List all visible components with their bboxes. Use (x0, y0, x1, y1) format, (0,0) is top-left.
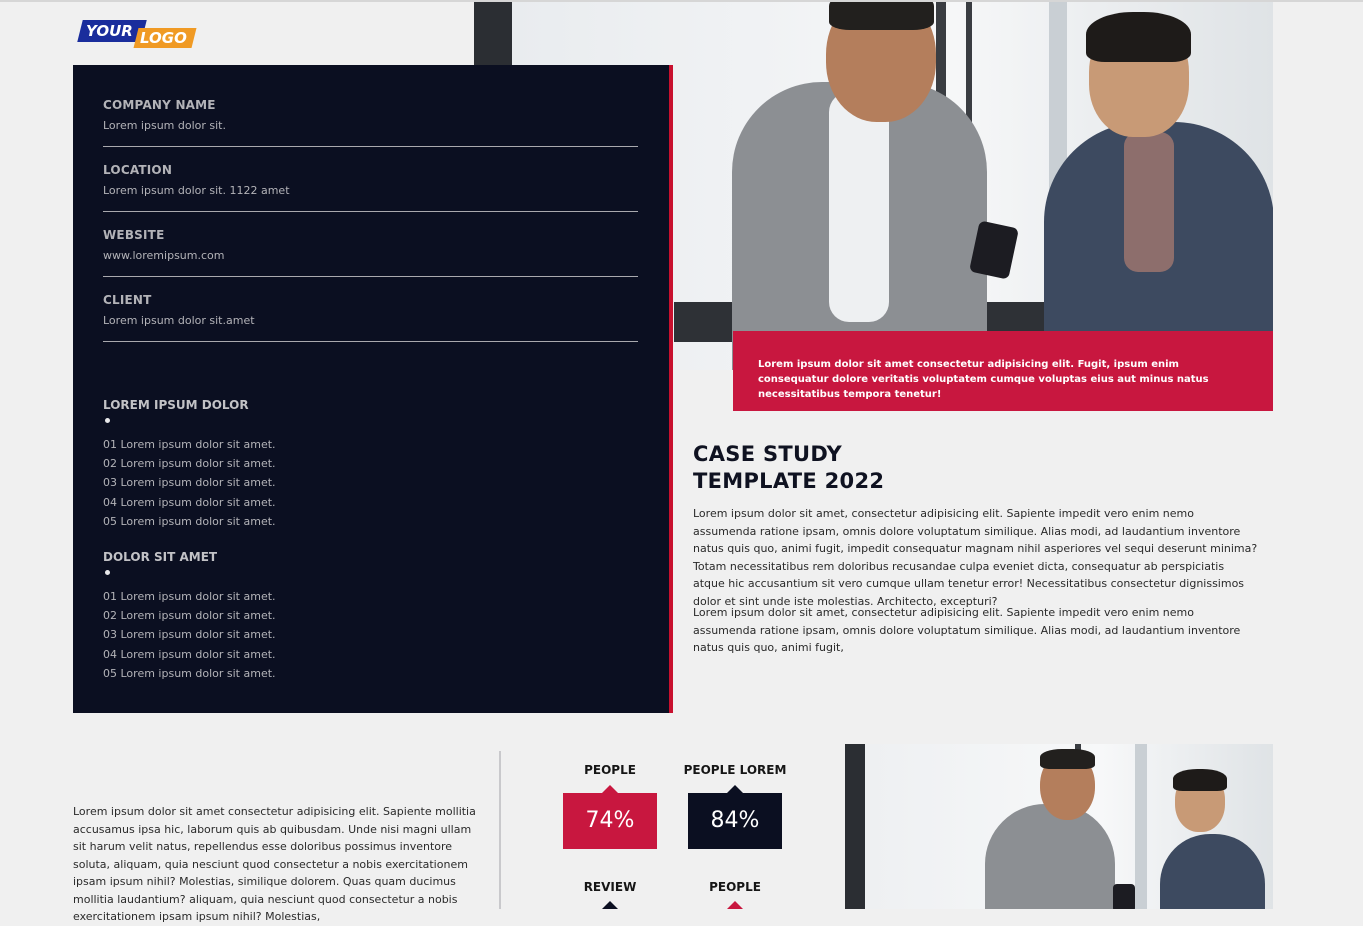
info-panel: COMPANY NAME Lorem ipsum dolor sit. LOCA… (73, 65, 669, 713)
list-item: 02 Lorem ipsum dolor sit amet. (103, 609, 276, 623)
field-value: Lorem ipsum dolor sit. 1122 amet (103, 184, 290, 197)
list-item: 03 Lorem ipsum dolor sit amet. (103, 628, 276, 642)
case-study-title: CASE STUDY TEMPLATE 2022 (693, 441, 884, 495)
field-value: Lorem ipsum dolor sit.amet (103, 314, 255, 327)
list-section2: 01 Lorem ipsum dolor sit amet. 02 Lorem … (103, 587, 276, 683)
section-title: LOREM IPSUM DOLOR (103, 398, 249, 412)
field-company: COMPANY NAME Lorem ipsum dolor sit. (103, 98, 638, 147)
list-item: 05 Lorem ipsum dolor sit amet. (103, 666, 276, 680)
stat-label: PEOPLE LOREM (683, 763, 787, 777)
panel-accent-bar (669, 65, 673, 713)
case-study-paragraph: Lorem ipsum dolor sit amet, consectetur … (693, 507, 1258, 608)
list-item: 01 Lorem ipsum dolor sit amet. (103, 438, 276, 451)
list-item: 04 Lorem ipsum dolor sit amet. (103, 495, 276, 509)
list-item: 02 Lorem ipsum dolor sit amet. (103, 457, 276, 471)
case-study-paragraph: Lorem ipsum dolor sit amet, consectetur … (693, 606, 1241, 654)
list-section1: 01 Lorem ipsum dolor sit amet. 02 Lorem … (103, 435, 276, 531)
field-label: LOCATION (103, 163, 173, 177)
person-hair (829, 2, 934, 30)
stat-pointer (602, 901, 618, 909)
list-item: 04 Lorem ipsum dolor sit amet. (103, 647, 276, 661)
person-hair (1086, 12, 1191, 62)
stat-pointer (727, 901, 743, 909)
stat-value: 84% (688, 785, 782, 849)
secondary-photo (845, 744, 1273, 909)
list-item: 03 Lorem ipsum dolor sit amet. (103, 476, 276, 490)
person-hair (1040, 749, 1095, 769)
stat-label: REVIEW (583, 880, 637, 894)
field-location: LOCATION Lorem ipsum dolor sit. 1122 ame… (103, 163, 638, 212)
stat-label: PEOPLE (584, 763, 636, 777)
caption-box: Lorem ipsum dolor sit amet consectetur a… (733, 331, 1273, 411)
field-website: WEBSITE www.loremipsum.com (103, 228, 638, 277)
person-hair (1173, 769, 1227, 791)
bottom-paragraph: Lorem ipsum dolor sit amet consectetur a… (73, 805, 476, 923)
bullet-dot (105, 418, 110, 423)
window-frame (1135, 744, 1147, 909)
phone (1113, 884, 1135, 909)
stat-label: PEOPLE (709, 880, 761, 894)
title-line-1: CASE STUDY (693, 442, 843, 466)
list-item: 01 Lorem ipsum dolor sit amet. (103, 590, 276, 603)
bullet-dot (105, 570, 110, 575)
field-value: Lorem ipsum dolor sit. (103, 119, 226, 132)
stat-value: 74% (563, 785, 657, 849)
field-divider (103, 146, 638, 147)
person-shirt (1124, 132, 1174, 272)
logo-word-logo: LOGO (140, 29, 187, 47)
person-shirt (829, 92, 889, 322)
field-divider (103, 276, 638, 277)
vertical-divider (499, 751, 501, 909)
title-line-2: TEMPLATE 2022 (693, 469, 885, 493)
logo: YOUR LOGO (76, 14, 198, 52)
list-item: 05 Lorem ipsum dolor sit amet. (103, 514, 276, 528)
person-jacket (985, 804, 1115, 909)
field-label: COMPANY NAME (103, 98, 216, 112)
field-divider (103, 341, 638, 342)
field-label: CLIENT (103, 293, 152, 307)
caption-text: Lorem ipsum dolor sit amet consectetur a… (758, 359, 1209, 400)
logo-word-your: YOUR (86, 22, 133, 40)
field-divider (103, 211, 638, 212)
field-client: CLIENT Lorem ipsum dolor sit.amet (103, 293, 638, 342)
field-label: WEBSITE (103, 228, 165, 242)
section-title: DOLOR SIT AMET (103, 550, 218, 564)
person-jacket (1160, 834, 1265, 909)
field-value: www.loremipsum.com (103, 249, 225, 262)
